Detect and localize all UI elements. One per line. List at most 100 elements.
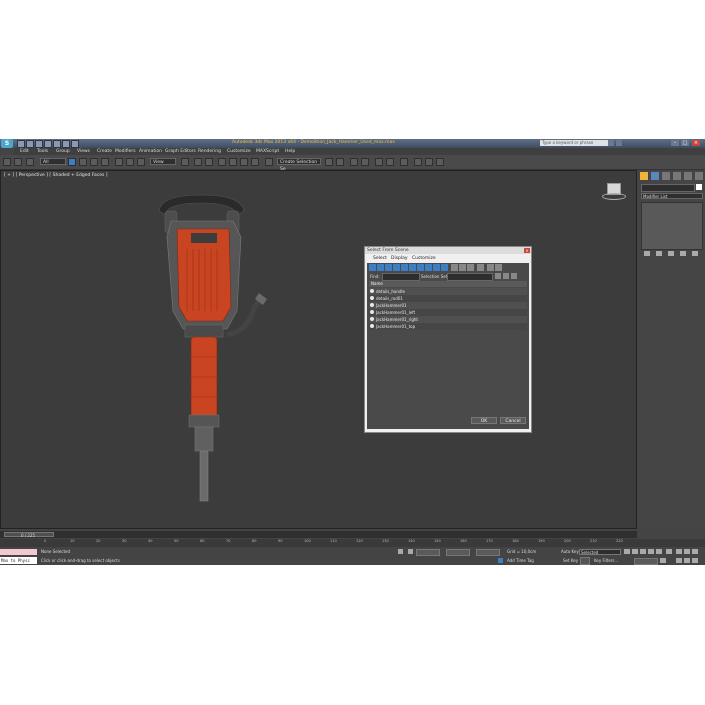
display-xrefs-icon[interactable]: [425, 264, 432, 271]
rendered-frame-window-icon[interactable]: [425, 158, 433, 166]
track-bar[interactable]: 0 10 20 30 40 50 60 70 80 90 100 110 120…: [0, 539, 705, 547]
menu-maxscript[interactable]: MAXScript: [256, 148, 279, 155]
object-name-field[interactable]: [641, 184, 695, 192]
edit-named-selection-icon[interactable]: [265, 158, 273, 166]
display-shapes-icon[interactable]: [377, 264, 384, 271]
field-of-view-icon[interactable]: [676, 558, 682, 563]
show-end-result-icon[interactable]: [656, 251, 662, 256]
object-color-swatch[interactable]: [696, 184, 702, 190]
menu-views[interactable]: Views: [77, 148, 90, 155]
curve-editor-icon[interactable]: [375, 158, 383, 166]
modifier-list-dropdown[interactable]: Modifier List: [641, 193, 703, 199]
display-space-warps-icon[interactable]: [409, 264, 416, 271]
list-item[interactable]: details_handle: [369, 288, 527, 295]
region-select-icon[interactable]: [90, 158, 98, 166]
render-setup-icon[interactable]: [414, 158, 422, 166]
maximize-button[interactable]: □: [681, 140, 689, 146]
go-to-end-icon[interactable]: [656, 549, 662, 554]
display-helpers-icon[interactable]: [401, 264, 408, 271]
close-button[interactable]: ×: [692, 140, 700, 146]
selection-set-options-icon[interactable]: [511, 273, 517, 279]
time-slider[interactable]: 0 / 225: [0, 531, 637, 538]
keyboard-shortcut-icon[interactable]: [205, 158, 213, 166]
options-icon[interactable]: [495, 264, 502, 271]
dialog-menu-select[interactable]: Select: [373, 255, 387, 262]
spinner-snap-icon[interactable]: [251, 158, 259, 166]
align-icon[interactable]: [336, 158, 344, 166]
list-item[interactable]: JackHammer01_left: [369, 309, 527, 316]
perspective-viewport[interactable]: [ + ] [ Perspective ] [ Shaded + Edged F…: [0, 170, 637, 529]
select-object-icon[interactable]: [68, 158, 76, 166]
menu-modifiers[interactable]: Modifiers: [115, 148, 136, 155]
help-icon[interactable]: [616, 140, 622, 146]
selection-set-delete-icon[interactable]: [503, 273, 509, 279]
next-frame-icon[interactable]: [648, 549, 654, 554]
cancel-button[interactable]: Cancel: [500, 417, 526, 424]
bind-space-warp-icon[interactable]: [26, 158, 34, 166]
maxscript-listener-top[interactable]: [0, 549, 37, 555]
list-item[interactable]: JackHammer01: [369, 302, 527, 309]
dialog-menu-display[interactable]: Display: [391, 255, 408, 262]
open-file-icon[interactable]: [26, 140, 34, 148]
rotate-icon[interactable]: [126, 158, 134, 166]
ok-button[interactable]: OK: [471, 417, 497, 424]
mirror-icon[interactable]: [325, 158, 333, 166]
select-invert-icon[interactable]: [467, 264, 474, 271]
go-to-start-icon[interactable]: [624, 549, 630, 554]
y-coordinate-field[interactable]: [446, 549, 470, 556]
pivot-center-icon[interactable]: [181, 158, 189, 166]
display-geometry-icon[interactable]: [369, 264, 376, 271]
minimize-button[interactable]: –: [671, 140, 679, 146]
window-crossing-icon[interactable]: [101, 158, 109, 166]
menu-group[interactable]: Group: [56, 148, 70, 155]
menu-graph-editors[interactable]: Graph Editors: [165, 148, 196, 155]
set-key-button[interactable]: Set Key: [563, 558, 578, 563]
z-coordinate-field[interactable]: [476, 549, 500, 556]
select-none-icon[interactable]: [459, 264, 466, 271]
search-input[interactable]: Type a keyword or phrase: [540, 140, 608, 146]
orbit-icon[interactable]: [692, 558, 698, 563]
render-production-icon[interactable]: [436, 158, 444, 166]
lock-selection-icon[interactable]: [398, 549, 403, 554]
find-input[interactable]: [382, 273, 420, 281]
dialog-menu-customize[interactable]: Customize: [412, 255, 436, 262]
menu-help[interactable]: Help: [285, 148, 295, 155]
new-file-icon[interactable]: [17, 140, 25, 148]
reference-coordinate-dropdown[interactable]: View: [150, 158, 176, 165]
menu-create[interactable]: Create: [97, 148, 112, 155]
hold-icon[interactable]: [62, 140, 70, 148]
display-tab-icon[interactable]: [684, 172, 692, 180]
selection-set-save-icon[interactable]: [495, 273, 501, 279]
zoom-all-icon[interactable]: [684, 549, 690, 554]
save-file-icon[interactable]: [35, 140, 43, 148]
undo-icon[interactable]: [44, 140, 52, 148]
previous-frame-icon[interactable]: [632, 549, 638, 554]
time-tag-icon[interactable]: [498, 558, 503, 563]
list-item[interactable]: JackHammer01_right: [369, 316, 527, 323]
scale-icon[interactable]: [137, 158, 145, 166]
name-column-header[interactable]: Name: [369, 281, 527, 287]
jack-hammer-model[interactable]: [1, 171, 636, 528]
search-icon[interactable]: [608, 140, 614, 146]
time-config-icon[interactable]: [660, 558, 666, 563]
remove-modifier-icon[interactable]: [680, 251, 686, 256]
set-key-icon[interactable]: [580, 557, 590, 565]
menu-rendering[interactable]: Rendering: [198, 148, 221, 155]
motion-tab-icon[interactable]: [673, 172, 681, 180]
zoom-icon[interactable]: [676, 549, 682, 554]
link-icon[interactable]: [3, 158, 11, 166]
snap-toggle-icon[interactable]: [218, 158, 226, 166]
absolute-mode-icon[interactable]: [408, 549, 413, 554]
key-filters-button[interactable]: Key Filters...: [594, 558, 618, 563]
play-icon[interactable]: [640, 549, 646, 554]
menu-animation[interactable]: Animation: [139, 148, 162, 155]
configure-sets-icon[interactable]: [692, 251, 698, 256]
schematic-view-icon[interactable]: [386, 158, 394, 166]
add-time-tag[interactable]: Add Time Tag: [507, 558, 534, 563]
fetch-icon[interactable]: [71, 140, 79, 148]
time-slider-thumb[interactable]: 0 / 225: [4, 532, 54, 538]
sync-selection-icon[interactable]: [477, 264, 484, 271]
layer-manager-icon[interactable]: [350, 158, 358, 166]
zoom-extents-icon[interactable]: [692, 549, 698, 554]
key-mode-toggle-icon[interactable]: [666, 549, 672, 554]
